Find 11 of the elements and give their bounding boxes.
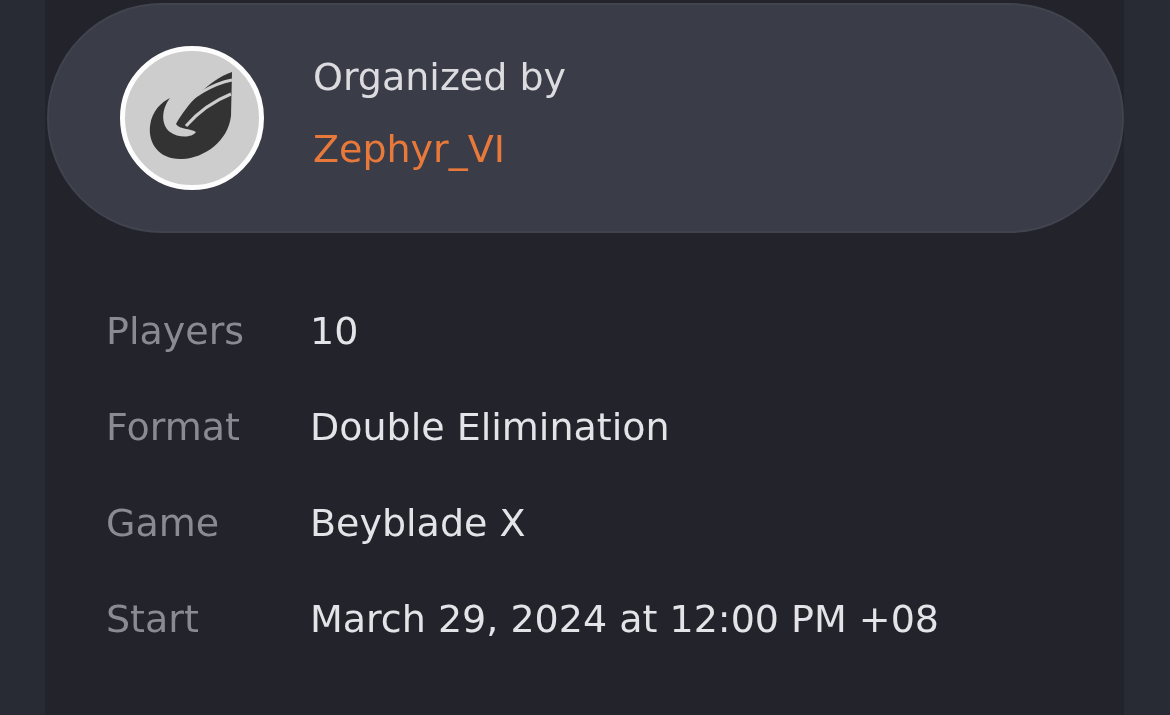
detail-label: Format [106,404,241,450]
organizer-name-link[interactable]: Zephyr_VI [313,127,505,171]
detail-value: 10 [310,308,359,354]
detail-label: Start [106,596,200,642]
wing-avatar-icon [120,46,264,190]
detail-label: Game [106,500,221,546]
detail-value: March 29, 2024 at 12:00 PM +08 [310,596,940,642]
detail-label: Players [106,308,246,354]
organizer-label: Organized by [313,55,567,99]
detail-value: Double Elimination [310,404,670,450]
detail-value: Beyblade X [310,500,526,546]
